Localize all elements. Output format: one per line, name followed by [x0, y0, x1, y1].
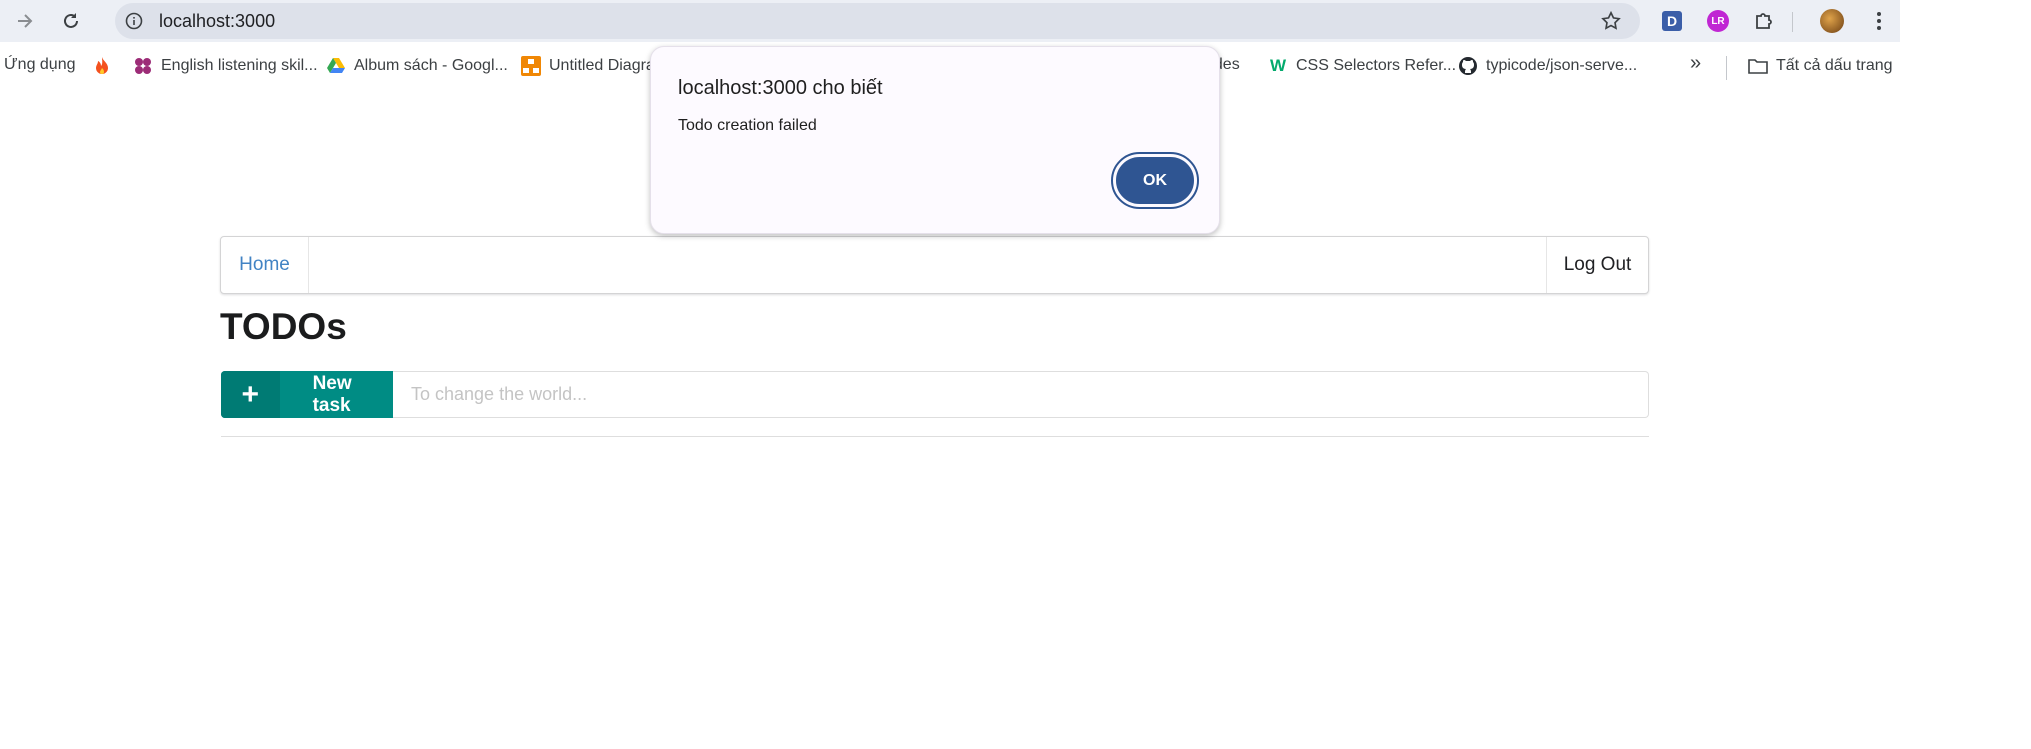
google-drive-icon — [326, 56, 346, 76]
star-icon[interactable] — [1600, 10, 1622, 37]
extension-d-icon[interactable]: D — [1660, 9, 1684, 33]
toolbar-separator — [1792, 12, 1793, 32]
bookmark-english-listening[interactable]: English listening skil... — [133, 56, 318, 76]
page-title: TODOs — [220, 306, 347, 347]
dialog-message: Todo creation failed — [678, 117, 817, 134]
divider — [221, 436, 1649, 437]
bookmarks-separator — [1726, 56, 1727, 80]
all-bookmarks-label: Tất cả dấu trang — [1776, 57, 1893, 74]
bookmark-fire[interactable] — [92, 56, 120, 76]
bookmark-label: CSS Selectors Refer... — [1296, 57, 1457, 74]
plus-icon: + — [221, 371, 280, 418]
bookmark-css-selectors[interactable]: W CSS Selectors Refer... — [1268, 56, 1456, 76]
site-info-icon[interactable] — [123, 10, 145, 32]
bookmark-label: Album sách - Googl... — [354, 57, 508, 74]
dialog-title: localhost:3000 cho biết — [678, 77, 883, 99]
diagram-icon — [521, 56, 541, 76]
forward-button[interactable] — [8, 4, 42, 38]
github-icon — [1458, 56, 1478, 76]
reload-icon — [64, 13, 78, 28]
new-task-label: New task — [312, 372, 352, 416]
bookmark-json-server[interactable]: typicode/json-serve... — [1458, 56, 1637, 76]
bookmarks-more-button[interactable]: » — [1690, 52, 1701, 75]
nav-logout-link[interactable]: Log Out — [1546, 237, 1648, 293]
bookmark-label: typicode/json-serve... — [1486, 57, 1638, 74]
browser-toolbar: localhost:3000 D LR — [0, 0, 1900, 42]
bookmark-apps[interactable]: Ứng dụng — [4, 56, 76, 74]
alert-dialog: localhost:3000 cho biết Todo creation fa… — [650, 46, 1220, 234]
profile-avatar[interactable] — [1820, 9, 1844, 33]
nav-home-link[interactable]: Home — [221, 237, 309, 293]
bookmark-untitled-diagram[interactable]: Untitled Diagra — [521, 56, 655, 76]
extension-lr-icon[interactable]: LR — [1706, 9, 1730, 33]
all-bookmarks[interactable]: Tất cả dấu trang — [1748, 56, 1893, 76]
new-task-button[interactable]: + New task — [221, 371, 393, 418]
address-bar[interactable]: localhost:3000 — [115, 3, 1640, 39]
bookmark-label: Ứng dụng — [4, 56, 76, 73]
bookmark-label: English listening skil... — [161, 57, 318, 74]
extensions-puzzle-icon[interactable] — [1752, 9, 1776, 33]
ok-button[interactable]: OK — [1111, 152, 1199, 209]
fire-icon — [92, 56, 112, 76]
new-task-input[interactable] — [393, 371, 1649, 418]
folder-icon — [1748, 56, 1768, 76]
arrow-forward-icon — [18, 14, 33, 28]
reload-button[interactable] — [54, 4, 88, 38]
bookmark-album-sach[interactable]: Album sách - Googl... — [326, 56, 508, 76]
url-text[interactable]: localhost:3000 — [159, 11, 275, 32]
app-menu: Home Log Out — [220, 236, 1649, 294]
menu-dots-icon[interactable] — [1867, 9, 1891, 33]
w3-icon: W — [1269, 56, 1287, 75]
flower-icon — [133, 56, 153, 76]
bookmark-label: Untitled Diagra — [549, 57, 655, 74]
chevron-double-right-icon: » — [1690, 52, 1702, 74]
